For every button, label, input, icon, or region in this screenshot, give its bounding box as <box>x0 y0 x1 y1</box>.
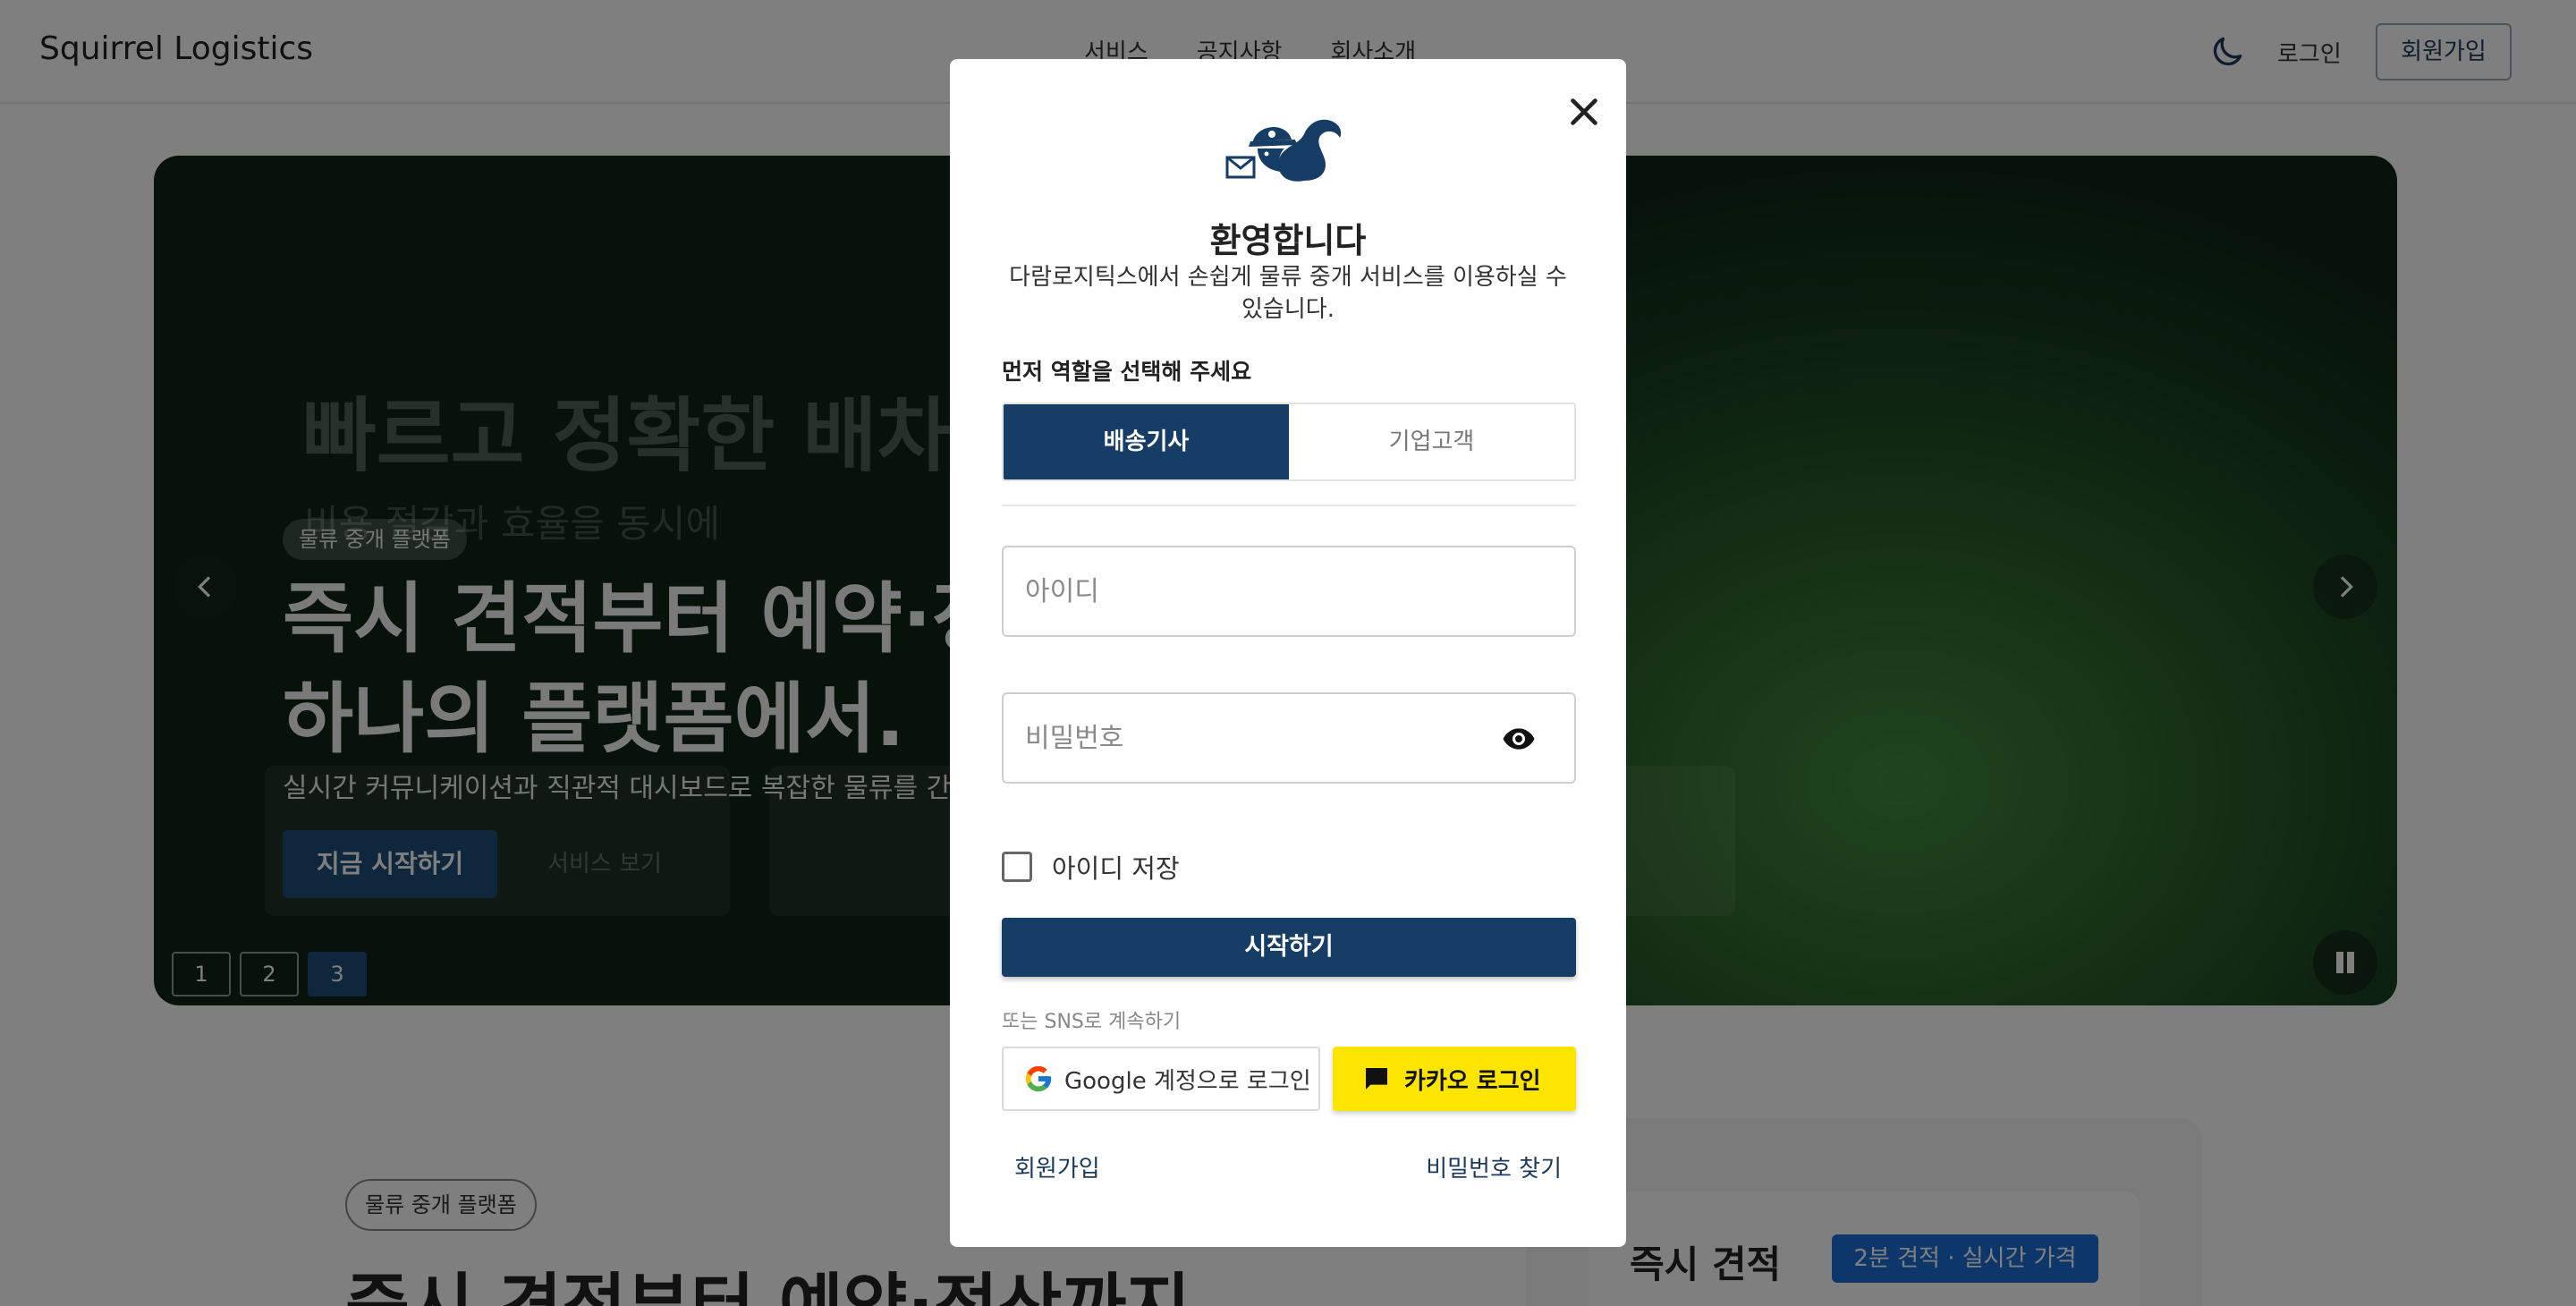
eye-icon[interactable] <box>1499 721 1538 757</box>
divider <box>1002 505 1576 506</box>
role-option-business[interactable]: 기업고객 <box>1289 404 1574 479</box>
kakao-chat-icon <box>1366 1068 1387 1090</box>
find-password-link[interactable]: 비밀번호 찾기 <box>1426 1150 1562 1183</box>
google-login-label: Google 계정으로 로그인 <box>1064 1067 1311 1095</box>
welcome-description: 다람로지틱스에서 손쉽게 물류 중개 서비스를 이용하실 수 있습니다. <box>1009 264 1567 323</box>
remember-id-checkbox[interactable] <box>1002 852 1032 882</box>
role-option-driver[interactable]: 배송기사 <box>1004 404 1289 479</box>
remember-id-row: 아이디 저장 <box>1002 848 1180 886</box>
login-modal: 환영합니다 다람로지틱스에서 손쉽게 물류 중개 서비스를 이용하실 수 있습니… <box>950 59 1626 1247</box>
password-field <box>1002 692 1576 784</box>
role-selector: 배송기사 기업고객 <box>1002 403 1576 481</box>
id-input[interactable] <box>1025 547 1508 635</box>
remember-id-label[interactable]: 아이디 저장 <box>1052 848 1180 886</box>
squirrel-mail-logo <box>1225 119 1342 182</box>
google-login-button[interactable]: Google 계정으로 로그인 <box>1002 1047 1320 1111</box>
start-button[interactable]: 시작하기 <box>1002 918 1576 977</box>
close-icon[interactable] <box>1562 89 1606 134</box>
id-field <box>1002 546 1576 637</box>
kakao-login-button[interactable]: 카카오 로그인 <box>1333 1047 1576 1111</box>
welcome-title: 환영합니다 <box>1209 221 1367 260</box>
password-input[interactable] <box>1025 694 1508 782</box>
sns-label: 또는 SNS로 계속하기 <box>1002 1011 1182 1033</box>
signup-link[interactable]: 회원가입 <box>1014 1150 1100 1183</box>
role-prompt: 먼저 역할을 선택해 주세요 <box>1002 359 1252 385</box>
google-icon <box>1025 1065 1052 1092</box>
kakao-login-label: 카카오 로그인 <box>1404 1067 1541 1095</box>
